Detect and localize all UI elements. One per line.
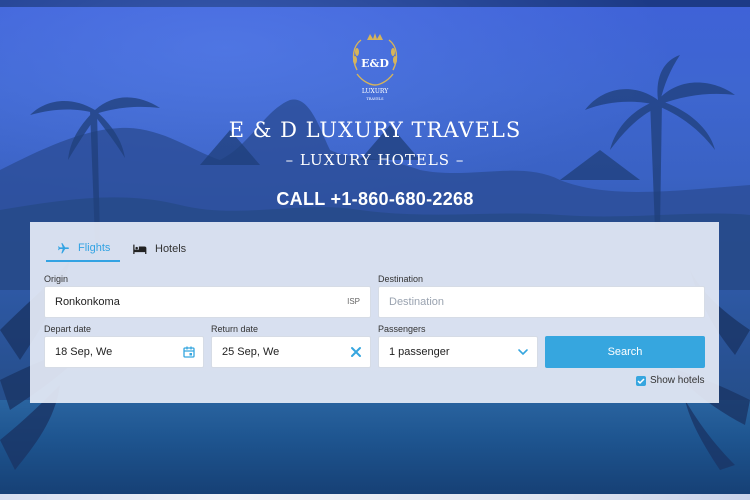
chevron-down-icon[interactable]: [516, 345, 530, 359]
brand-subtitle: – LUXURY HOTELS –: [285, 151, 465, 169]
bottom-strip: [0, 494, 750, 500]
passengers-label: Passengers: [378, 324, 426, 334]
origin-input[interactable]: [55, 296, 370, 308]
return-date-label: Return date: [211, 324, 259, 334]
show-hotels-toggle[interactable]: Show hotels: [636, 375, 704, 386]
brand-title: E & D LUXURY TRAVELS: [228, 118, 522, 142]
tab-flights[interactable]: Flights: [46, 236, 120, 262]
bed-icon: [132, 243, 147, 255]
logo-subtext: LUXURY: [362, 88, 389, 95]
search-tabs: Flights Hotels: [46, 236, 246, 262]
depart-date-label: Depart date: [44, 324, 92, 334]
origin-airport-code: ISP: [347, 297, 360, 306]
brand-logo: E&D LUXURY TRAVELS: [352, 33, 398, 101]
tab-flights-label: Flights: [78, 242, 111, 254]
search-button[interactable]: Search: [545, 336, 705, 368]
phone-number[interactable]: CALL +1-860-680-2268: [0, 189, 750, 210]
depart-date-value: 18 Sep, We: [55, 346, 113, 358]
tab-hotels-label: Hotels: [155, 243, 187, 255]
origin-field[interactable]: ISP: [44, 286, 371, 318]
destination-label: Destination: [378, 274, 424, 284]
show-hotels-checkbox[interactable]: [636, 375, 646, 386]
passengers-select[interactable]: 1 passenger: [378, 336, 538, 368]
return-date-field[interactable]: 25 Sep, We: [211, 336, 371, 368]
depart-date-field[interactable]: 18 Sep, We: [44, 336, 204, 368]
origin-label: Origin: [44, 274, 69, 284]
search-panel: Flights Hotels Origin ISP Destination De…: [30, 222, 719, 403]
plane-icon: [57, 242, 70, 255]
return-date-value: 25 Sep, We: [222, 346, 280, 358]
calendar-icon[interactable]: [182, 345, 196, 359]
logo-text: E&D: [361, 57, 389, 70]
tab-hotels[interactable]: Hotels: [130, 236, 200, 262]
show-hotels-label: Show hotels: [650, 375, 705, 386]
logo-subtext-2: TRAVELS: [366, 97, 384, 101]
passengers-value: 1 passenger: [389, 346, 450, 358]
destination-field[interactable]: [378, 286, 705, 318]
destination-input[interactable]: [389, 296, 704, 308]
clear-icon[interactable]: [349, 345, 363, 359]
